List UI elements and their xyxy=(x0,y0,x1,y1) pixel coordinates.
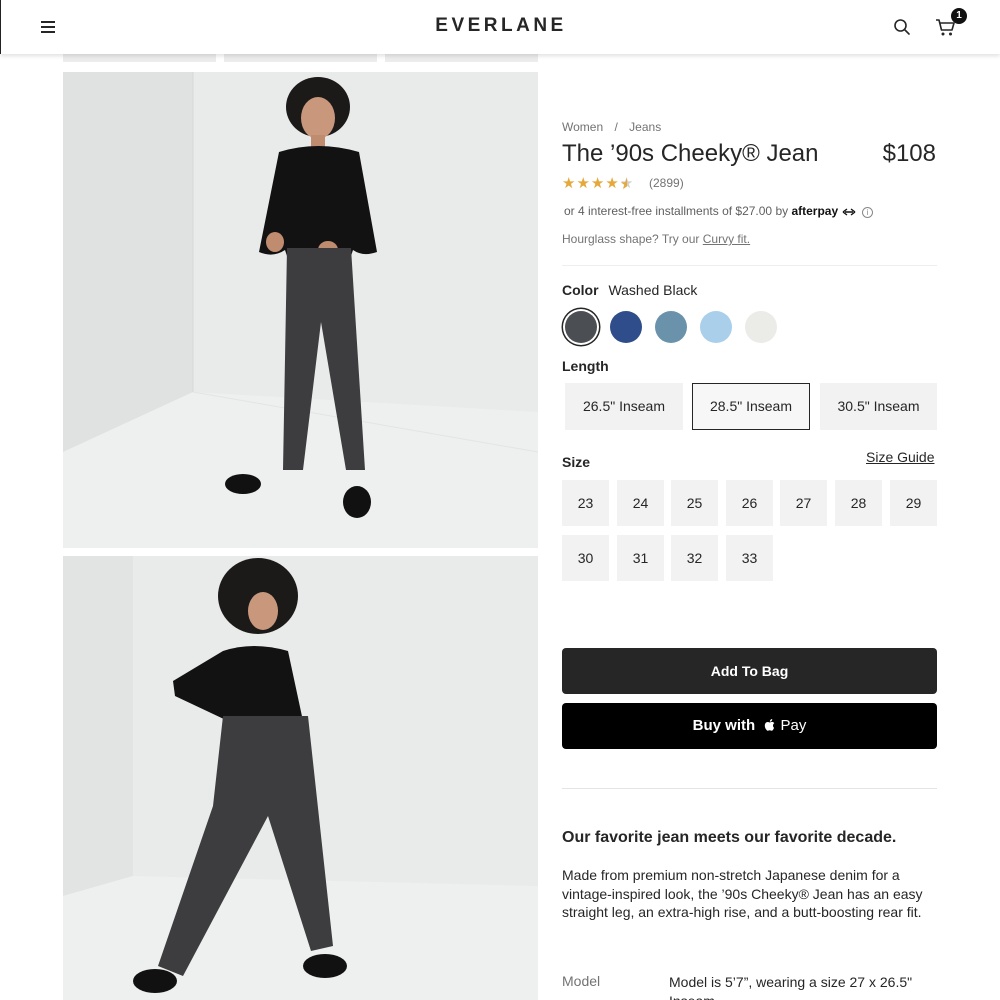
size-option[interactable]: 25 xyxy=(671,480,718,526)
thumbnail[interactable] xyxy=(224,54,377,62)
size-option[interactable]: 29 xyxy=(890,480,937,526)
product-photo-back[interactable] xyxy=(63,556,538,1000)
star-icon: ★ xyxy=(576,175,591,192)
size-option[interactable]: 28 xyxy=(835,480,882,526)
length-heading: Length xyxy=(562,358,609,374)
site-header: EVERLANE 1 xyxy=(0,0,1000,54)
afterpay-installments: or 4 interest-free installments of $27.0… xyxy=(564,204,873,218)
buy-with-label: Buy with xyxy=(692,717,756,734)
star-icon: ★ xyxy=(590,175,606,192)
color-swatch-off-white[interactable] xyxy=(745,311,777,343)
color-label: Color Washed Black xyxy=(562,282,697,298)
selected-color-name: Washed Black xyxy=(608,282,698,298)
description-title: Our favorite jean meets our favorite dec… xyxy=(562,829,897,846)
product-title: The ’90s Cheeky® Jean xyxy=(562,140,819,167)
breadcrumb-women[interactable]: Women xyxy=(562,120,603,134)
divider xyxy=(562,788,937,789)
star-icon: ★ xyxy=(562,175,577,192)
review-count[interactable]: (2899) xyxy=(649,176,684,190)
search-icon[interactable] xyxy=(893,18,911,36)
model-value: Model is 5’7”, wearing a size 27 x 26.5"… xyxy=(669,974,913,1000)
everlane-logo[interactable]: EVERLANE xyxy=(1,15,1000,37)
size-option[interactable]: 26 xyxy=(726,480,773,526)
curvy-fit-prompt: Hourglass shape? Try our Curvy fit. xyxy=(562,232,750,246)
description-body: Made from premium non-stretch Japanese d… xyxy=(562,867,923,920)
length-option-30-5[interactable]: 30.5" Inseam xyxy=(820,383,937,430)
pay-label: Pay xyxy=(780,717,807,734)
afterpay-logo: afterpay xyxy=(791,204,839,218)
apple-icon xyxy=(765,719,775,731)
length-option-26-5[interactable]: 26.5" Inseam xyxy=(565,383,683,430)
star-rating[interactable]: ★★★★★ xyxy=(562,174,634,192)
star-icon: ★ xyxy=(605,175,620,192)
apple-pay-button[interactable]: Buy with Pay xyxy=(562,703,937,749)
add-to-bag-button[interactable]: Add To Bag xyxy=(562,648,937,694)
size-option[interactable]: 23 xyxy=(562,480,609,526)
color-swatch-washed-black[interactable] xyxy=(565,311,597,343)
thumbnail[interactable] xyxy=(385,54,538,62)
product-photo-front[interactable] xyxy=(63,72,538,548)
cart-count-badge: 1 xyxy=(951,8,967,24)
size-option[interactable]: 27 xyxy=(780,480,827,526)
half-star-icon: ★ xyxy=(620,175,634,192)
size-option[interactable]: 32 xyxy=(671,535,718,581)
size-option[interactable]: 33 xyxy=(726,535,773,581)
model-label: Model xyxy=(562,973,601,989)
color-swatch-mid-blue[interactable] xyxy=(655,311,687,343)
afterpay-arrows-icon xyxy=(842,208,855,216)
curvy-fit-link[interactable]: Curvy fit. xyxy=(703,232,750,246)
thumbnail[interactable] xyxy=(63,54,216,62)
breadcrumb-separator: / xyxy=(614,120,618,134)
color-heading: Color xyxy=(562,282,599,298)
color-swatch-light-blue[interactable] xyxy=(700,311,732,343)
product-price: $108 xyxy=(882,140,936,167)
breadcrumb-jeans[interactable]: Jeans xyxy=(629,120,661,134)
breadcrumb: Women / Jeans xyxy=(562,120,661,134)
size-option[interactable]: 31 xyxy=(617,535,664,581)
afterpay-text: or 4 interest-free installments of $27.0… xyxy=(564,204,789,218)
length-option-28-5[interactable]: 28.5" Inseam xyxy=(692,383,810,430)
size-option[interactable]: 30 xyxy=(562,535,609,581)
color-swatch-dark-blue[interactable] xyxy=(610,311,642,343)
size-heading: Size xyxy=(562,454,591,470)
size-guide-link[interactable]: Size Guide xyxy=(866,449,934,465)
size-option[interactable]: 24 xyxy=(617,480,664,526)
curvy-fit-text: Hourglass shape? Try our xyxy=(562,232,700,246)
info-icon[interactable]: i xyxy=(861,207,873,218)
divider xyxy=(562,265,937,266)
